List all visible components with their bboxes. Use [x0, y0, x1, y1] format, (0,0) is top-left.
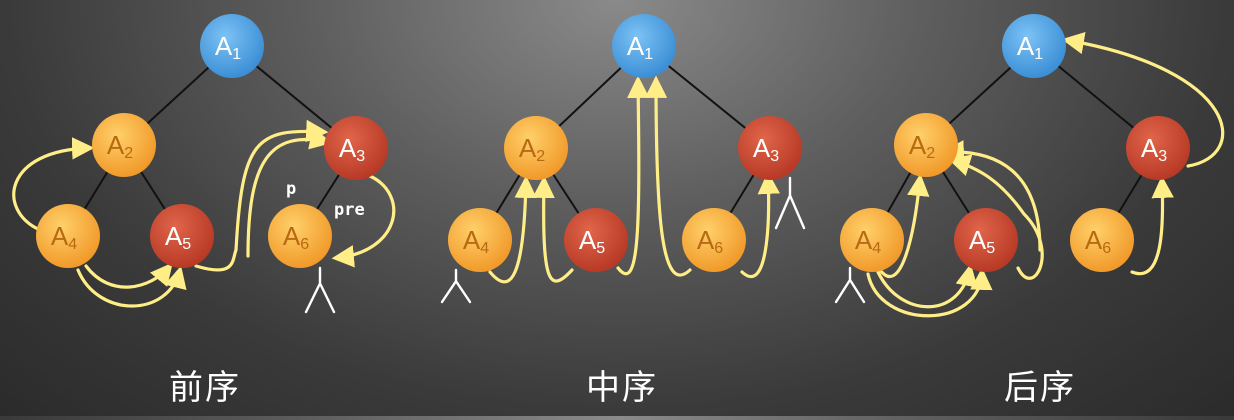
tree-threading-svg: A1 A2 A3 A4 A5 A6 A1 A2 A3 A4 A5 A6 A1 A2 A3 A4 A5 A6 p pr… [12, 14, 1225, 318]
null-leaf-icon-1 [304, 266, 336, 314]
node-inorder-A2: A2 [504, 116, 568, 180]
node-postorder-A6: A6 [1070, 208, 1134, 272]
node-inorder-A4: A4 [448, 208, 512, 272]
node-postorder-A2: A2 [894, 113, 958, 177]
thread-arrow-14 [866, 267, 993, 318]
node-preorder-A5: A5 [150, 204, 214, 268]
node-preorder-A1: A1 [200, 14, 264, 78]
node-inorder-A5: A5 [564, 208, 628, 272]
thread-arrow-2 [84, 262, 173, 289]
node-inorder-A1: A1 [612, 14, 676, 78]
traversal-diagram: A1 A2 A3 A4 A5 A6 A1 A2 A3 A4 A5 A6 A1 A2 A3 A4 A5 A6 p pr… [0, 0, 1234, 416]
thread-arrow-13 [876, 263, 978, 309]
node-inorder-A3: A3 [738, 116, 802, 180]
null-leaf-icon-3 [774, 176, 806, 230]
node-postorder-A3: A3 [1126, 116, 1190, 180]
node-preorder-A6: A6 [268, 204, 332, 268]
caption-preorder: 前序 [169, 368, 241, 408]
pointer-label-pre: pre [334, 200, 365, 220]
null-leaf-icon-4 [834, 266, 866, 304]
node-inorder-A6: A6 [682, 208, 746, 272]
node-preorder-A4: A4 [36, 204, 100, 268]
node-preorder-A3: A3 [324, 116, 388, 180]
node-postorder-A1: A1 [1002, 14, 1066, 78]
tree-nodes: A1 A2 A3 A4 A5 A6 A1 A2 A3 A4 A5 A6 A1 A2 A3 A4 A5 A6 [36, 14, 1190, 272]
pointer-label-p: p [286, 179, 296, 199]
null-leaf-icon-2 [440, 268, 472, 304]
node-preorder-A2: A2 [92, 113, 156, 177]
thread-arrows [12, 32, 1225, 318]
thread-arrow-11 [740, 171, 781, 279]
caption-postorder: 后序 [1004, 368, 1076, 408]
node-postorder-A5: A5 [954, 208, 1018, 272]
thread-arrow-17 [1130, 175, 1174, 276]
caption-inorder: 中序 [586, 368, 658, 408]
node-postorder-A4: A4 [840, 208, 904, 272]
